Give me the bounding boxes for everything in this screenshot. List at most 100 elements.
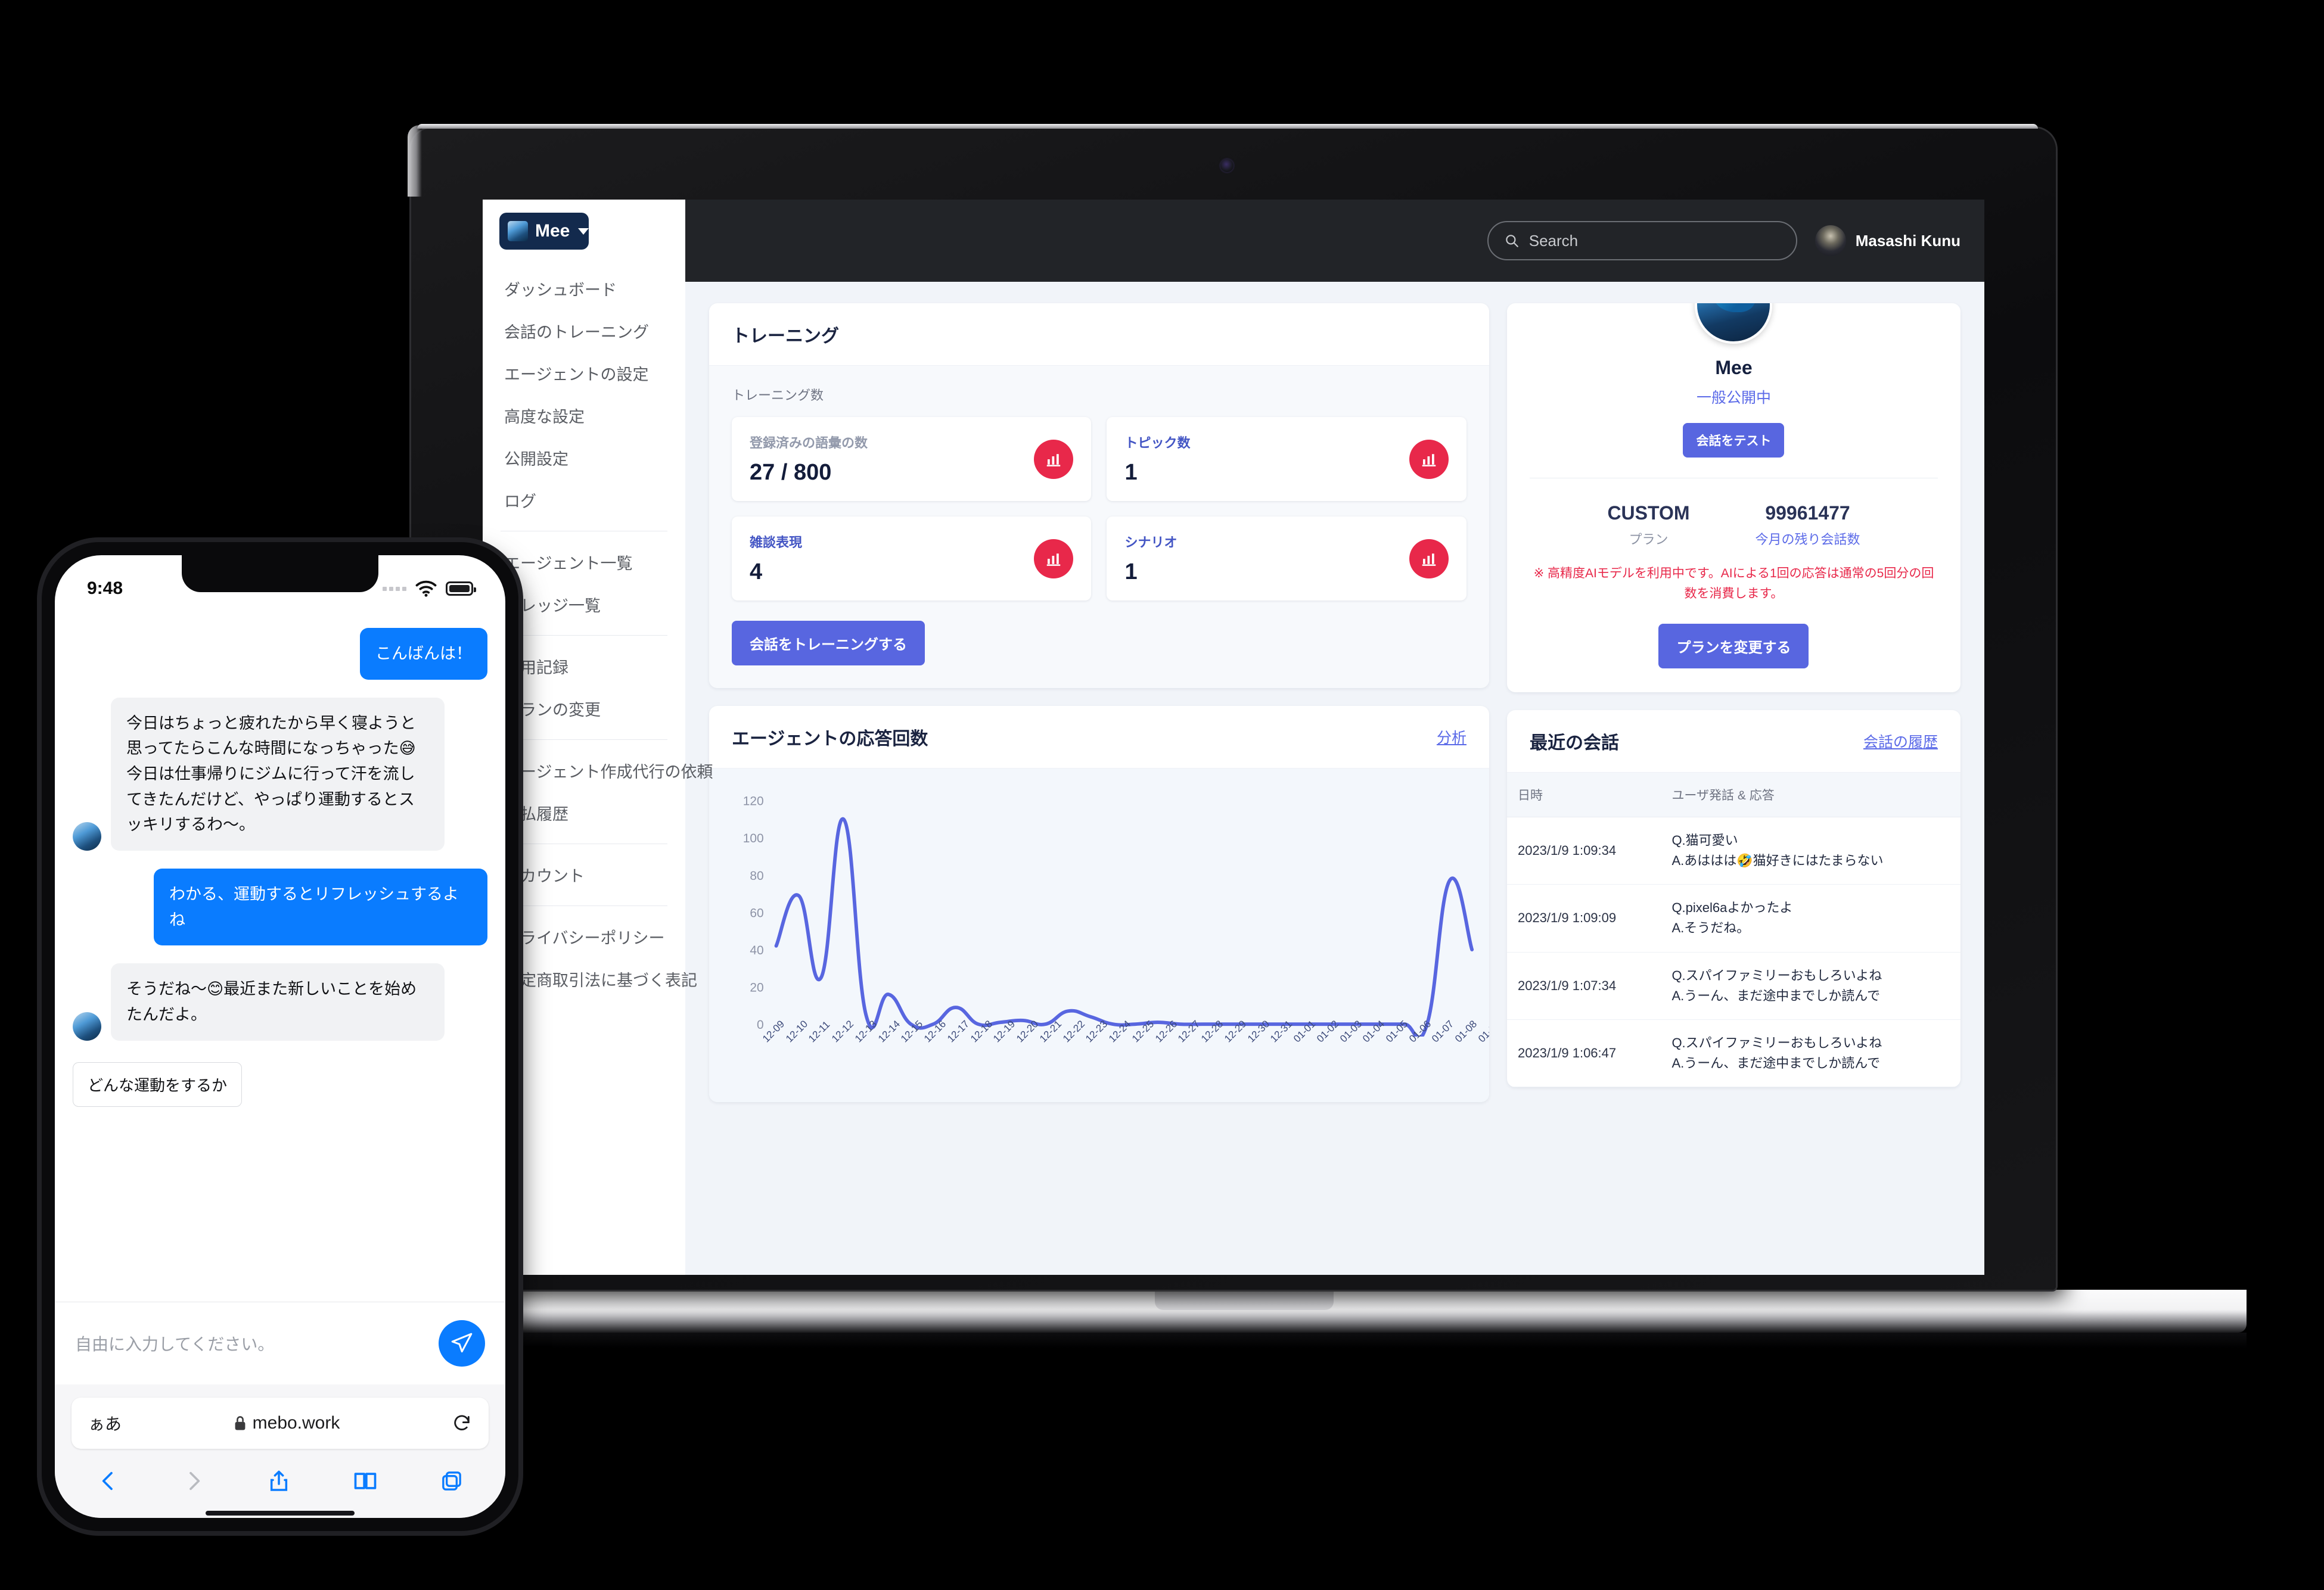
svg-text:40: 40 [750,944,763,957]
row-question: Q.スパイファミリーおもしろいよね [1671,967,1882,983]
safari-tab-bar [55,1455,505,1510]
stat-smalltalk-title: 雑談表現 [750,535,803,550]
test-conversation-button[interactable]: 会話をテスト [1683,423,1785,458]
row-question: Q.猫可愛い [1671,833,1738,848]
chat-bubble: 今日はちょっと疲れたから早く寝ようと思ってたらこんな時間になっちゃった😅今日は仕… [111,697,445,851]
reload-icon[interactable] [452,1413,472,1433]
phone-notch [182,555,378,592]
ai-model-notice: ※ 高精度AIモデルを利用中です。AIによる1回の応答は通常の5回分の回数を消費… [1533,567,1934,600]
screenshot-stage: Mee ダッシュボード 会話のトレーニング エージェントの設定 高度な設定 公開… [0,0,2324,1590]
suggestion-chip[interactable]: どんな運動をするか [73,1062,243,1107]
chat-message-user: こんばんは！ [73,628,487,680]
stat-scenario-value: 1 [1124,559,1138,584]
training-card-body: トレーニング数 登録済みの語彙の数 27 / 800 トピック数 1 雑談表現 … [709,366,1489,688]
dashboard-right-column: Mee 一般公開中 会話をテスト CUSTOM プラン 99961477 今月の… [1506,303,1961,1253]
wifi-icon [415,580,437,597]
row-utterance: Q.スパイファミリーおもしろいよね A.うーん、まだ途中までしか読んで [1661,952,1961,1020]
sidebar-divider-3 [501,739,667,740]
train-conversation-button[interactable]: 会話をトレーニングする [732,621,925,665]
table-row[interactable]: 2023/1/9 1:09:34 Q.猫可愛い A.あははは🤣猫好きにはたまらな… [1506,817,1961,885]
battery-icon [446,581,476,596]
message-input[interactable]: 自由に入力してください。 [75,1331,274,1355]
row-utterance: Q.pixel6aよかったよ A.そうだね。 [1661,884,1961,953]
stat-vocabulary-title: 登録済みの語彙の数 [750,435,868,450]
plan-column: CUSTOM プラン [1607,502,1689,548]
webcam-icon [1220,159,1234,172]
column-datetime: 日時 [1506,773,1661,818]
recent-conversations-table: 日時 ユーザ発話 & 応答 2023/1/9 1:09:34 Q.猫可愛い A.… [1506,773,1961,1087]
training-card: トレーニング トレーニング数 登録済みの語彙の数 27 / 800 トピック数 … [709,303,1489,688]
table-row[interactable]: 2023/1/9 1:09:09 Q.pixel6aよかったよ A.そうだね。 [1506,884,1961,953]
agent-profile-name: Mee [1715,357,1753,378]
plan-value: CUSTOM [1607,502,1690,524]
row-datetime: 2023/1/9 1:09:34 [1506,817,1661,885]
line-chart: 0 20 40 60 80 100 120 [743,795,1474,1037]
chat-bubble: わかる、運動するとリフレッシュするよね [154,868,487,946]
share-icon[interactable] [267,1468,291,1494]
user-name-label: Masashi Kunu [1855,231,1961,250]
recent-conversations-header: 最近の会話 会話の履歴 [1506,710,1961,773]
conversation-history-link[interactable]: 会話の履歴 [1863,730,1938,752]
stat-topics[interactable]: トピック数 1 [1107,417,1467,501]
training-count-label: トレーニング数 [732,388,824,403]
table-row[interactable]: 2023/1/9 1:06:47 Q.スパイファミリーおもしろいよね A.うーん… [1506,1019,1961,1087]
agent-switcher-label: Mee [535,221,570,241]
search-input[interactable]: Search [1487,221,1797,260]
sidebar-item-dashboard[interactable]: ダッシュボード [483,267,685,310]
status-time: 9:48 [87,578,123,598]
chat-message-agent: 今日はちょっと疲れたから早く寝ようと思ってたらこんな時間になっちゃった😅今日は仕… [73,697,487,851]
home-indicator [55,1510,505,1518]
search-placeholder-text: Search [1528,231,1579,250]
stat-smalltalk[interactable]: 雑談表現 4 [732,516,1092,600]
url-host: mebo.work [234,1413,340,1433]
phone-screen: 9:48 こんばんは！ 今日はちょっと疲れたから早く寝ようと思ってたらこんな時間… [55,555,505,1518]
safari-toolbar: ぁあ mebo.work [55,1384,505,1455]
remaining-column: 99961477 今月の残り会話数 [1756,502,1860,548]
agent-avatar [73,822,101,851]
response-chart-title: エージェントの応答回数 [732,729,928,749]
url-text: mebo.work [252,1413,340,1433]
search-icon [1506,235,1518,247]
row-datetime: 2023/1/9 1:07:34 [1506,952,1661,1020]
svg-text:0: 0 [757,1018,764,1032]
signal-dots-icon [383,586,406,591]
training-card-header: トレーニング [709,303,1489,366]
agent-avatar [73,1012,101,1041]
sidebar-item-publish-settings[interactable]: 公開設定 [483,437,685,479]
sidebar-item-advanced-settings[interactable]: 高度な設定 [483,394,685,437]
sidebar-item-agent-settings[interactable]: エージェントの設定 [483,352,685,394]
topbar: Search Masashi Kunu [685,200,1984,282]
remaining-value: 99961477 [1765,502,1850,524]
row-datetime: 2023/1/9 1:09:09 [1506,884,1661,953]
agent-switcher[interactable]: Mee [499,213,589,250]
row-question: Q.pixel6aよかったよ [1671,900,1793,916]
address-bar[interactable]: ぁあ mebo.work [72,1398,489,1449]
stat-vocabulary[interactable]: 登録済みの語彙の数 27 / 800 [732,417,1092,501]
plan-summary: CUSTOM プラン 99961477 今月の残り会話数 [1530,502,1938,548]
bar-chart-icon [1409,539,1449,578]
recent-conversations-card: 最近の会話 会話の履歴 日時 ユーザ発話 & 応答 2023/1/9 1:09:… [1506,710,1961,1087]
phone-chat: こんばんは！ 今日はちょっと疲れたから早く寝ようと思ってたらこんな時間になっちゃ… [55,612,505,1302]
dashboard-left-column: トレーニング トレーニング数 登録済みの語彙の数 27 / 800 トピック数 … [709,303,1489,1253]
change-plan-button[interactable]: プランを変更する [1658,624,1809,669]
table-row[interactable]: 2023/1/9 1:07:34 Q.スパイファミリーおもしろいよね A.うーん… [1506,952,1961,1020]
svg-text:80: 80 [750,869,763,883]
plan-label: プラン [1629,532,1669,547]
chat-message-agent: そうだね〜😊最近また新しいことを始めたんだよ。 [73,963,487,1041]
sidebar-item-log[interactable]: ログ [483,479,685,521]
stat-scenario-title: シナリオ [1124,535,1177,550]
tabs-icon[interactable] [440,1468,464,1494]
analysis-link[interactable]: 分析 [1437,726,1467,748]
sidebar-item-training[interactable]: 会話のトレーニング [483,310,685,352]
user-menu[interactable]: Masashi Kunu [1815,225,1961,256]
stat-scenario[interactable]: シナリオ 1 [1107,516,1467,600]
bookmarks-icon[interactable] [352,1468,378,1494]
laptop-base-notch [1155,1290,1334,1310]
chart-x-axis-labels: 12-09 12-10 12-11 12-12 12-13 12-14 12-15 12-16… [760,1018,1489,1102]
back-icon[interactable] [97,1468,120,1494]
send-button[interactable] [439,1320,485,1367]
chevron-down-icon [578,228,589,235]
chat-bubble: そうだね〜😊最近また新しいことを始めたんだよ。 [111,963,445,1041]
bar-chart-icon [1034,439,1074,479]
text-size-button[interactable]: ぁあ [88,1411,122,1435]
